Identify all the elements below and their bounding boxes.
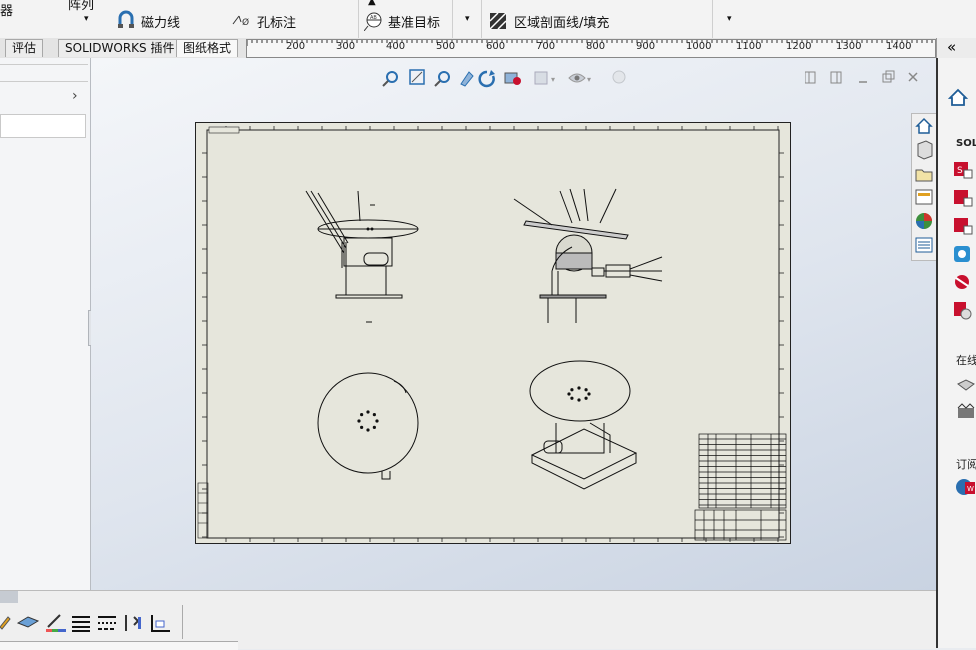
feature-manager-panel: ›: [0, 58, 98, 590]
arrow-icon[interactable]: ▲: [368, 0, 376, 7]
tab-addins[interactable]: SOLIDWORKS 插件: [58, 39, 182, 57]
svg-text:Ø: Ø: [242, 17, 249, 28]
area-hatch-button[interactable]: 区域剖面线/填充: [514, 12, 609, 31]
home-icon: [948, 88, 969, 106]
ribbon-separator: [358, 0, 359, 38]
ruler-tick-label: 400: [386, 41, 406, 52]
dropdown-arrow-icon[interactable]: ▾: [84, 14, 89, 24]
drawing-sheet[interactable]: [195, 122, 791, 544]
ribbon-separator: [452, 0, 453, 38]
window-controls: [804, 70, 925, 89]
ruler-tick-label: 1300: [836, 41, 862, 52]
ruler-tick-label: 700: [536, 41, 556, 52]
ribbon-separator: [712, 0, 713, 38]
horizontal-ruler: 200 300 400 500 600 700 800 900 1000 1100 1200 1300…: [246, 39, 936, 58]
dropdown-arrow-icon[interactable]: ▾: [727, 14, 732, 24]
magnetic-line-button[interactable]: 磁力线: [141, 12, 180, 31]
section-view: [513, 188, 663, 323]
ruler-tick-label: 1200: [786, 41, 812, 52]
ruler-tick-label: 500: [436, 41, 456, 52]
top-view: [317, 372, 419, 480]
svg-text:▾: ▾: [551, 75, 555, 84]
ruler-tick-label: 1000: [686, 41, 712, 52]
bottom-toolbar-area: [0, 590, 936, 650]
heads-up-view-toolbar: ▾ ▾: [381, 68, 641, 88]
panel-divider: [0, 64, 88, 65]
tab-sheet-format[interactable]: 图纸格式: [176, 39, 239, 57]
hole-callout-icon[interactable]: Ø: [231, 12, 253, 31]
panel-input-field[interactable]: [0, 114, 86, 138]
datum-target-button[interactable]: 基准目标: [388, 12, 440, 31]
online-resources-heading: 在线: [956, 354, 976, 367]
ruler-tick-label: 300: [336, 41, 356, 52]
sheet-tab-fragment[interactable]: [0, 591, 18, 603]
zoom-to-fit-icon: [382, 71, 398, 87]
ruler-tick-label: 1400: [886, 41, 912, 52]
datum-target-icon[interactable]: AB: [363, 11, 384, 34]
dropdown-arrow-icon[interactable]: ▾: [465, 14, 470, 24]
ruler-tick-label: 600: [486, 41, 506, 52]
svg-text:AB: AB: [370, 15, 377, 21]
subscription-icon[interactable]: W: [954, 476, 976, 501]
status-strip: [0, 641, 238, 650]
ribbon-fragment-label: 器: [0, 4, 14, 19]
hole-callout-button[interactable]: 孔标注: [257, 12, 296, 31]
area-hatch-icon[interactable]: [489, 12, 507, 33]
front-view: [305, 190, 419, 323]
title-block: [694, 433, 787, 541]
home-icon: [915, 117, 933, 134]
drawing-sheet-graphic: [197, 126, 787, 542]
taskpane-resource-icons[interactable]: S: [952, 158, 976, 331]
isometric-view: [529, 360, 638, 490]
svg-text:W: W: [967, 485, 974, 493]
ruler-tick-label: 900: [636, 41, 656, 52]
subscription-heading: 订阅: [956, 458, 976, 471]
ribbon-separator: [481, 0, 482, 38]
taskpane-tab-strip: [911, 113, 938, 261]
command-manager-ribbon: 器 阵列 ▾ 磁力线 Ø 孔标注 ▲ AB 基准目标 ▾ 区域剖面线/填充 ▾: [0, 0, 976, 39]
online-icons[interactable]: [956, 376, 976, 429]
toolbar-separator: [182, 605, 183, 639]
svg-text:▾: ▾: [587, 75, 591, 84]
taskpane-header: «: [936, 38, 976, 58]
tab-evaluate[interactable]: 评估: [5, 39, 44, 57]
ruler-tick-label: 1100: [736, 41, 762, 52]
panel-divider: [0, 81, 88, 82]
linear-array-label[interactable]: 阵列: [68, 0, 94, 13]
collapse-taskpane-button[interactable]: «: [947, 38, 956, 56]
ruler-tick-label: 200: [286, 41, 306, 52]
ruler-tick-label: 800: [586, 41, 606, 52]
svg-text:S: S: [957, 166, 963, 176]
solidworks-resources-heading: SOLI: [956, 138, 976, 149]
chevron-right-icon[interactable]: ›: [72, 88, 78, 104]
format-toolbar-icons[interactable]: [0, 609, 184, 639]
magnetic-line-icon[interactable]: [116, 10, 136, 33]
task-pane: SOLI S 在线 订阅 W: [936, 58, 976, 648]
